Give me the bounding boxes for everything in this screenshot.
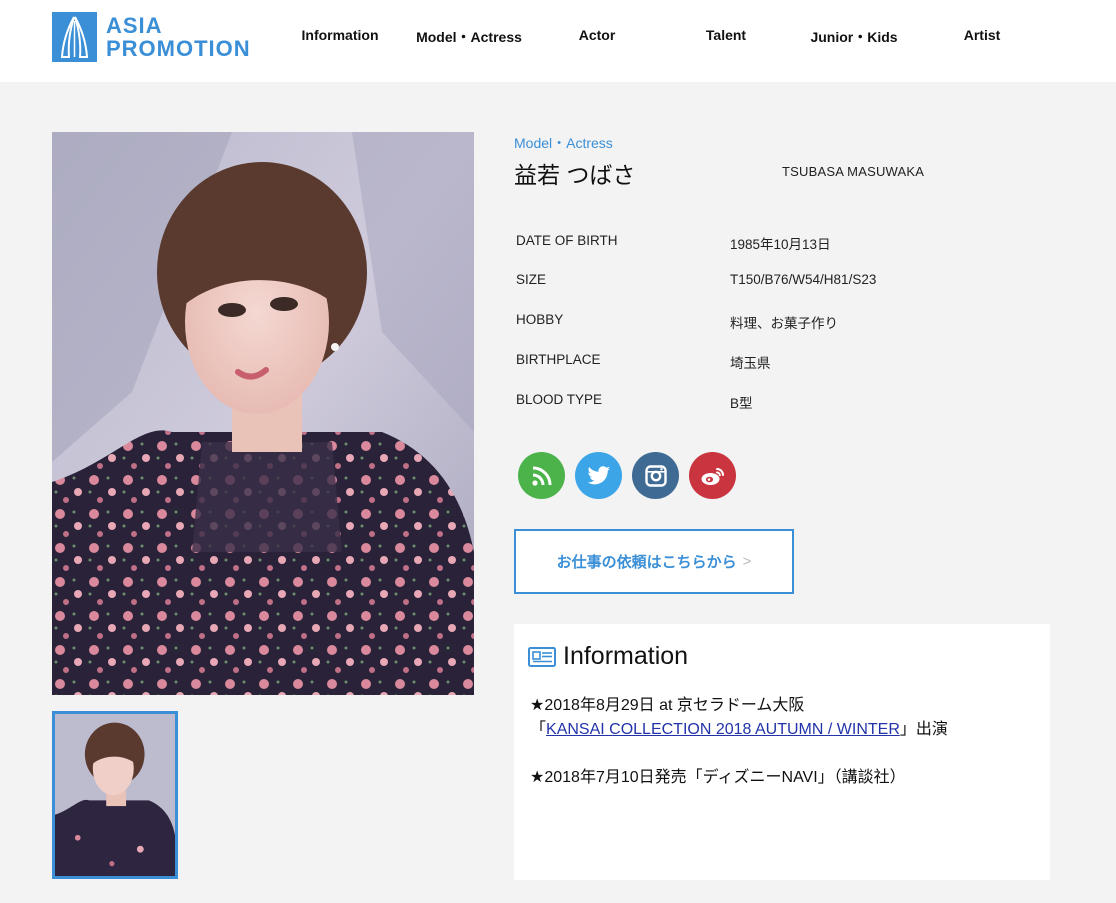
profile-key: SIZE (516, 272, 547, 287)
logo-line-1: ASIA (106, 13, 163, 38)
newspaper-icon (528, 646, 556, 667)
profile-category[interactable]: Model・Actress (514, 133, 613, 153)
profile-key: BIRTHPLACE (516, 352, 601, 367)
profile-key: HOBBY (516, 312, 564, 327)
work-request-button[interactable]: お仕事の依頼はこちらから > (514, 529, 794, 594)
information-title: Information (563, 642, 689, 670)
photo-thumbnail[interactable] (52, 711, 178, 879)
kansai-collection-link[interactable]: KANSAI COLLECTION 2018 AUTUMN / WINTER (546, 721, 900, 738)
weibo-button[interactable] (689, 452, 736, 499)
profile-main-photo (52, 132, 474, 695)
profile-key: BLOOD TYPE (516, 392, 603, 407)
profile-value: 1985年10月13日 (730, 237, 831, 252)
info-item-1-suffix: 」出演 (899, 721, 948, 738)
work-request-label: お仕事の依頼はこちらから (556, 554, 737, 571)
info-item-2: ★2018年7月10日発売「ディズニーNAVI」（講談社） (530, 769, 906, 786)
profile-value: T150/B76/W54/H81/S23 (730, 272, 877, 287)
logo-text: ASIA PROMOTION (106, 14, 251, 60)
info-item-1-line-1: ★2018年8月29日 at 京セラドーム大阪 (530, 697, 805, 714)
profile-key: DATE OF BIRTH (516, 233, 618, 248)
profile-value: 埼玉県 (730, 356, 771, 371)
nav-junior-kids[interactable]: Junior・Kids (810, 27, 897, 47)
rss-icon (531, 466, 551, 486)
twitter-icon (587, 465, 610, 484)
chevron-right-icon: > (742, 553, 752, 570)
nav-artist[interactable]: Artist (964, 27, 1001, 43)
site-header: ASIA PROMOTION Information Model・Actress… (0, 0, 1116, 82)
logo-line-2: PROMOTION (106, 36, 251, 61)
info-item-1-prefix: 「 (530, 721, 547, 738)
information-header: Information (528, 642, 688, 671)
info-item-1-line-2: 「KANSAI COLLECTION 2018 AUTUMN / WINTER」… (530, 715, 948, 739)
nav-model-actress[interactable]: Model・Actress (416, 27, 522, 47)
twitter-button[interactable] (575, 452, 622, 499)
profile-value: 料理、お菓子作り (730, 316, 838, 331)
rss-button[interactable] (518, 452, 565, 499)
information-panel: Information ★2018年8月29日 at 京セラドーム大阪 「KAN… (514, 624, 1050, 880)
profile-value: B型 (730, 396, 753, 411)
profile-name-en: TSUBASA MASUWAKA (782, 164, 925, 179)
nav-actor[interactable]: Actor (579, 27, 616, 43)
site-logo[interactable]: ASIA PROMOTION (52, 12, 251, 62)
nav-talent[interactable]: Talent (706, 27, 746, 43)
weibo-icon (701, 467, 724, 485)
instagram-icon (644, 464, 667, 487)
profile-name-jp: 益若 つばさ (514, 162, 636, 188)
instagram-button[interactable] (632, 452, 679, 499)
logo-emblem-icon (52, 12, 97, 62)
nav-information[interactable]: Information (302, 27, 379, 43)
